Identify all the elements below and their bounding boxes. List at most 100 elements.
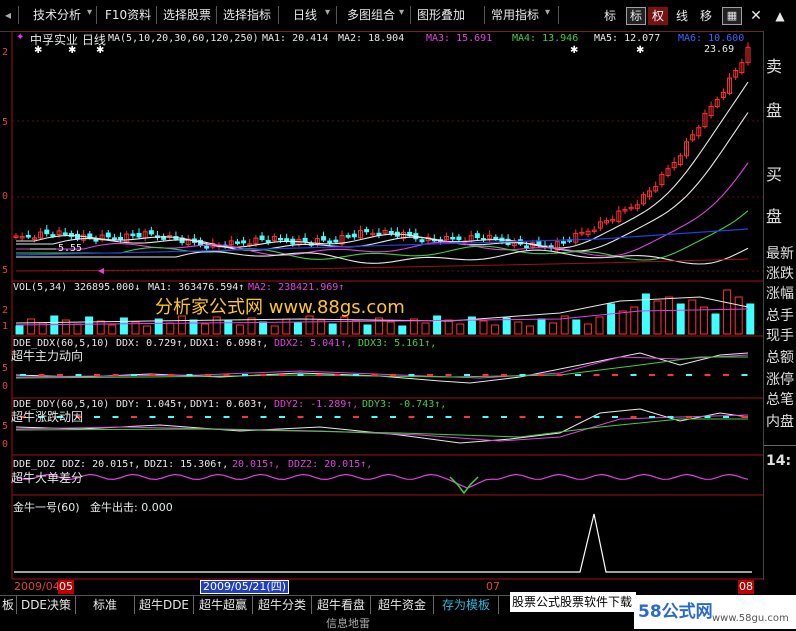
ddy-bar [519, 416, 526, 418]
stat-total-trades: 总笔 [766, 392, 794, 408]
tab-save-template[interactable]: 存为模板 [434, 596, 499, 614]
menu-item-f10[interactable]: F10资料 [102, 5, 154, 25]
ddx-bar [186, 374, 193, 376]
close-icon[interactable]: ✕ [746, 7, 766, 25]
tab-super-watch[interactable]: 超牛看盘 [312, 596, 371, 614]
candle-body [474, 233, 480, 239]
candle-body [136, 232, 142, 238]
star-marker: ✱ [570, 45, 578, 56]
candle-body [419, 239, 425, 243]
tab-super-class[interactable]: 超牛分类 [253, 596, 312, 614]
menu-dropdown-icon[interactable]: ▾ [322, 3, 333, 23]
candle-body [560, 241, 566, 244]
candle-body [259, 235, 265, 241]
y-tick: 2 [2, 47, 9, 58]
menu-arrow-icon[interactable]: ◂ [2, 5, 14, 25]
date-start-mark: 05 [58, 580, 74, 594]
volume-bar [351, 320, 360, 335]
ddx-bar [667, 374, 674, 376]
volume-bar [688, 299, 697, 335]
ddx1-value: DDX1: 6.098↑, [190, 338, 269, 349]
ddy-bar [667, 416, 674, 418]
menu-item-common-indicators[interactable]: 常用指标 [488, 5, 542, 25]
volume-bar [398, 325, 407, 335]
tool-button-rights[interactable]: 权 [648, 7, 668, 25]
ddx-bar [593, 374, 600, 376]
menu-item-select-stock[interactable]: 选择股票 [160, 5, 214, 25]
ma-line-250 [15, 258, 749, 272]
ddx-bar [686, 374, 692, 376]
ddx-bar [279, 374, 285, 376]
price-low-label: 5.55 [58, 243, 83, 254]
y-tick: 5 [2, 421, 9, 432]
volume-bar [201, 323, 210, 335]
tab-dde-decision[interactable]: DDE决策 [17, 596, 76, 614]
tool-button-line[interactable]: 线 [672, 7, 692, 25]
tab-board[interactable]: 板 [0, 596, 17, 614]
ddy-bar [390, 416, 396, 418]
volume-bar [653, 300, 662, 335]
moving-average-lines [15, 81, 749, 272]
menu-item-select-indicator[interactable]: 选择指标 [220, 5, 274, 25]
ddz-line-path [15, 473, 749, 489]
price-high-label: 23.69 [704, 44, 735, 55]
menu-item-daily[interactable]: 日线 [290, 5, 320, 25]
volume-bar [259, 321, 268, 335]
date-mid: 07 [486, 580, 500, 593]
menu-item-multi-chart[interactable]: 多图组合 [344, 5, 398, 25]
volume-bar [618, 310, 627, 335]
tab-standard[interactable]: 标准 [76, 596, 135, 614]
menu-item-technical-analysis[interactable]: 技术分析 [30, 5, 84, 25]
scroll-up-icon[interactable]: ▲ [770, 7, 790, 25]
menu-separator [336, 6, 337, 24]
volume-bar [166, 322, 175, 335]
menu-dropdown-icon[interactable]: ▾ [84, 3, 95, 23]
ddx-bar [131, 374, 137, 376]
menu-item-overlay[interactable]: 图形叠加 [414, 5, 468, 25]
candle-body [278, 237, 284, 241]
ddy-bar [704, 416, 711, 418]
stat-total-volume: 总手 [766, 308, 794, 324]
ma1-value: MA1: 20.414 [262, 33, 329, 44]
volume-bar [282, 318, 291, 335]
menu-dropdown-icon[interactable]: ▾ [542, 3, 553, 23]
menu-dropdown-icon[interactable]: ▾ [396, 3, 407, 23]
tool-button-mark[interactable]: 标 [600, 7, 620, 25]
ad-banner[interactable]: 股票公式股票软件下载 [510, 592, 636, 612]
grid-icon[interactable]: ▦ [722, 7, 742, 25]
volume-bar [665, 296, 674, 335]
ddx-bar [741, 374, 748, 376]
sell-plate-label: 盘 [766, 101, 783, 120]
ddy-bar [353, 416, 359, 418]
ddx-bar [168, 374, 174, 376]
stat-inner-plate: 内盘 [766, 414, 794, 430]
vol-value: 326895.000↓ [74, 282, 141, 293]
volume-bar [525, 325, 534, 335]
volume-bar [85, 316, 94, 335]
ddy-bar [205, 416, 211, 418]
ddy-bar [538, 416, 544, 418]
tab-super-dde[interactable]: 超牛DDE [135, 596, 194, 614]
ddx-bar [353, 374, 359, 376]
volume-bar [247, 317, 256, 335]
candle-body [130, 233, 136, 237]
candle-body [25, 234, 31, 238]
volume-bar [746, 303, 755, 335]
tab-super-win[interactable]: 超牛超赢 [194, 596, 253, 614]
site-logo: 58公式网 www.58gu.com [634, 595, 796, 629]
candle-body [345, 235, 351, 238]
menu-separator [558, 6, 559, 24]
volume-bar [479, 320, 488, 335]
ddx-bar [575, 374, 581, 376]
volume-bar [514, 321, 523, 335]
tool-button-mark-box[interactable]: 标 [626, 7, 646, 25]
ma-line [16, 81, 749, 249]
candle-body [93, 239, 99, 242]
ddz-name: 超牛大单差分 [11, 471, 84, 485]
ddy2-line [15, 414, 749, 442]
volume-bar [143, 325, 152, 335]
ma4-value: MA4: 13.946 [512, 33, 579, 44]
tool-button-move[interactable]: 移 [696, 7, 716, 25]
time-label: 14: [766, 453, 792, 469]
tab-super-fund[interactable]: 超牛资金 [371, 596, 434, 614]
